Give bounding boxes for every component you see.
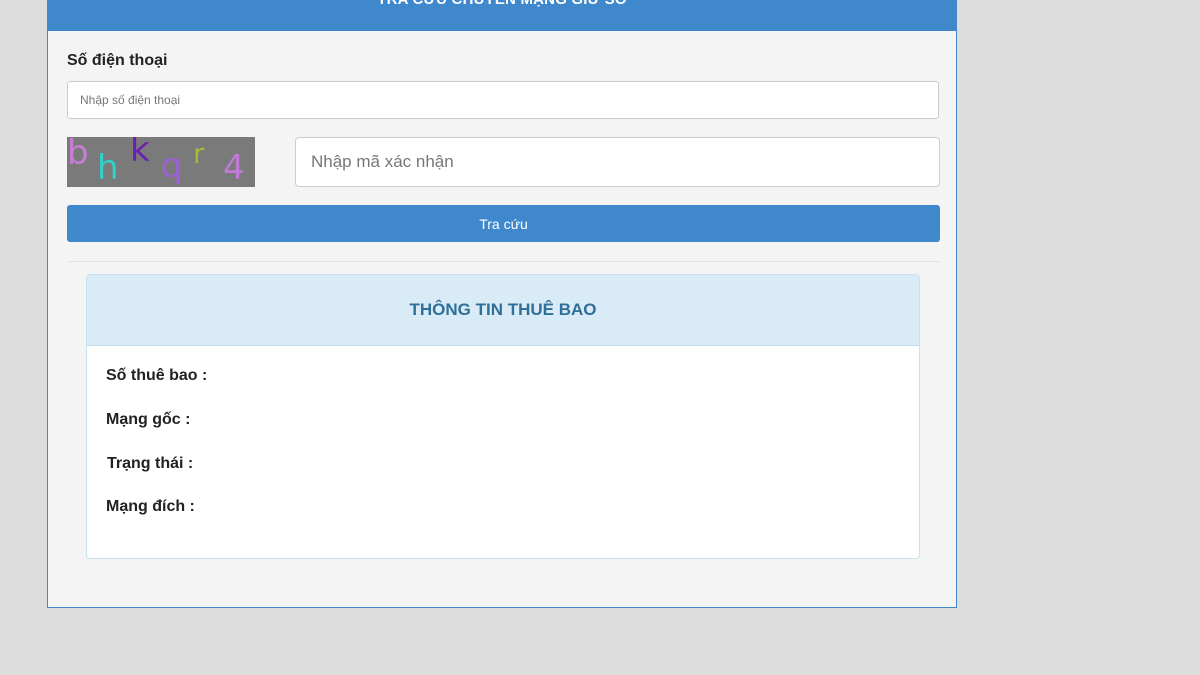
divider bbox=[67, 261, 940, 262]
captcha-input[interactable] bbox=[295, 137, 940, 187]
info-row-origin-network: Mạng gốc : bbox=[106, 411, 190, 429]
panel-header: TRA CỨU CHUYỂN MẠNG GIỮ SỐ bbox=[48, 0, 956, 31]
captcha-char: h bbox=[97, 148, 119, 187]
captcha-char: r bbox=[193, 137, 205, 170]
phone-label: Số điện thoại bbox=[67, 52, 168, 69]
captcha-image: b h k q r 4 bbox=[67, 137, 255, 187]
info-row-status: Trạng thái : bbox=[107, 455, 193, 473]
info-row-subscriber-number: Số thuê bao : bbox=[106, 367, 207, 385]
info-row-label: Trạng thái : bbox=[107, 455, 194, 472]
panel-title: TRA CỨU CHUYỂN MẠNG GIỮ SỐ bbox=[48, 0, 956, 12]
captcha-char: k bbox=[130, 137, 150, 170]
subscriber-info-title: THÔNG TIN THUÊ BAO bbox=[87, 275, 919, 346]
phone-input[interactable] bbox=[67, 81, 939, 119]
info-row-label: Mạng gốc : bbox=[106, 411, 191, 428]
lookup-panel: TRA CỨU CHUYỂN MẠNG GIỮ SỐ Số điện thoại… bbox=[47, 0, 957, 608]
lookup-button[interactable]: Tra cứu bbox=[67, 205, 940, 242]
info-row-label: Số thuê bao : bbox=[106, 367, 208, 384]
subscriber-info-box: THÔNG TIN THUÊ BAO Số thuê bao : Mạng gố… bbox=[86, 274, 920, 559]
info-row-label: Mạng đích : bbox=[106, 498, 195, 515]
captcha-char: q bbox=[161, 146, 183, 186]
captcha-char: b bbox=[67, 137, 89, 173]
info-row-destination-network: Mạng đích : bbox=[106, 498, 195, 516]
captcha-char: 4 bbox=[223, 148, 245, 187]
